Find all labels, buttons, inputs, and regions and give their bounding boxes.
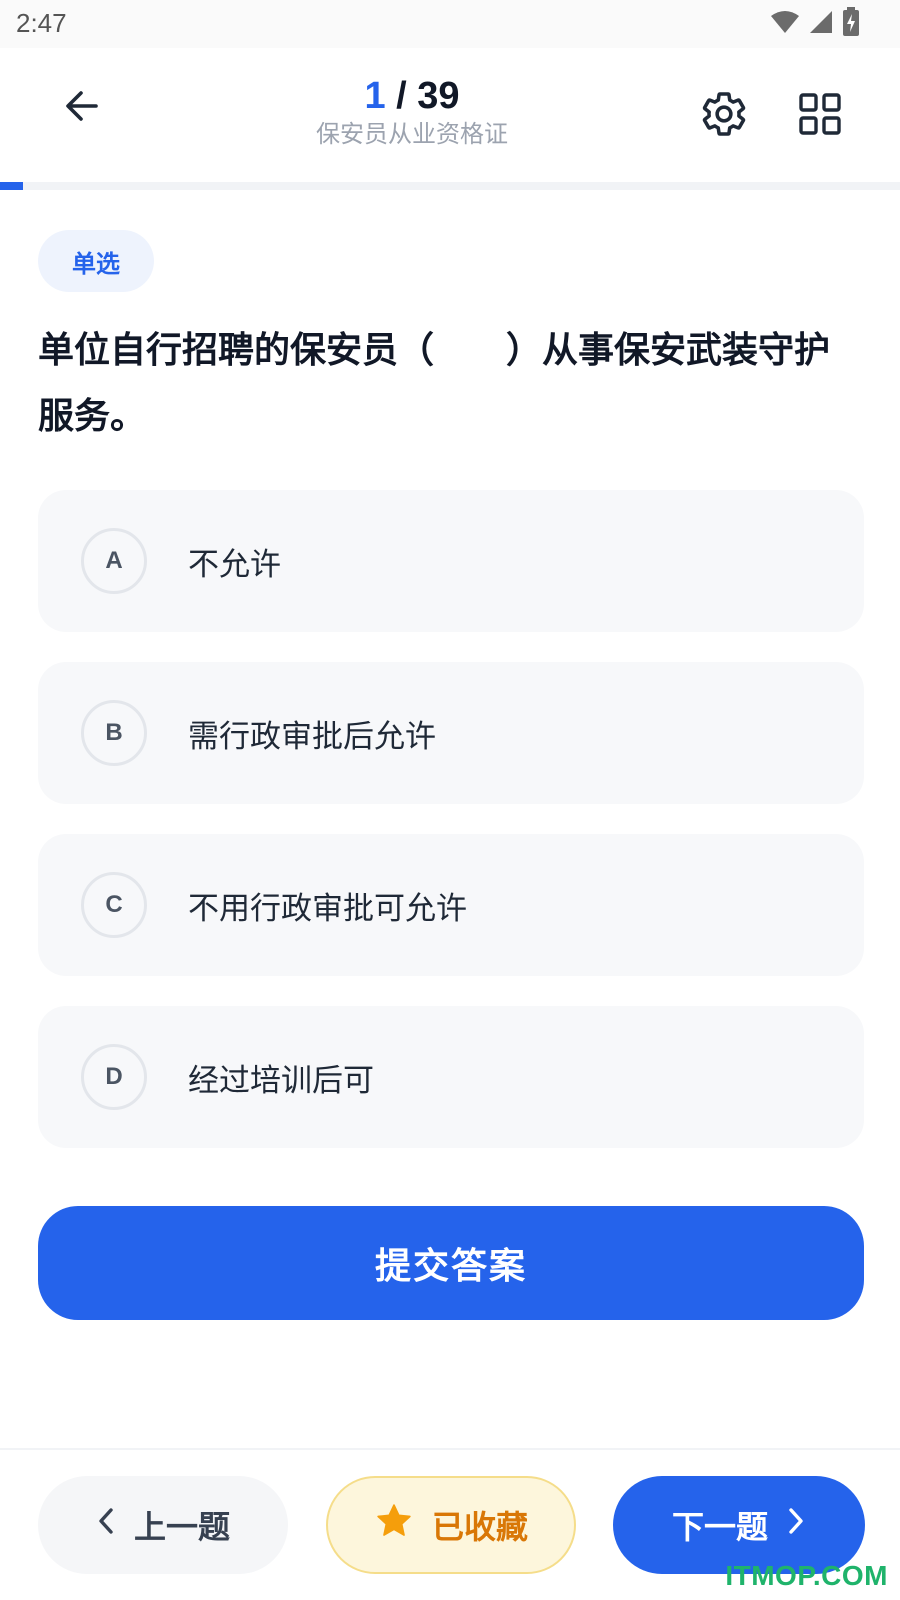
prev-question-label: 上一题 [133, 1508, 230, 1546]
option-text: 不允许 [188, 546, 281, 583]
option-b[interactable]: B 需行政审批后允许 [38, 662, 864, 804]
progress-total: 39 [417, 75, 460, 117]
header: 1 / 39 保安员从业资格证 [0, 48, 900, 184]
answer-sheet-button[interactable] [788, 84, 852, 148]
battery-charging-icon [842, 7, 860, 41]
grid-icon [798, 92, 842, 140]
option-c[interactable]: C 不用行政审批可允许 [38, 834, 864, 976]
title-block: 1 / 39 保安员从业资格证 [0, 74, 900, 150]
progress-current: 1 [364, 75, 386, 117]
option-letter: D [81, 1044, 147, 1110]
option-letter: C [81, 872, 147, 938]
status-bar: 2:47 [0, 0, 900, 48]
option-letter: A [81, 528, 147, 594]
progress-separator: / [385, 75, 418, 117]
option-text: 不用行政审批可允许 [188, 890, 467, 927]
watermark: ITMOP.COM [725, 1560, 888, 1591]
favorite-button[interactable]: 已收藏 [326, 1476, 576, 1574]
option-text: 经过培训后可 [188, 1062, 374, 1099]
gear-icon [699, 89, 749, 143]
wifi-icon [770, 9, 800, 39]
progress-track [0, 182, 900, 190]
cell-signal-icon [808, 9, 834, 39]
chevron-left-icon [96, 1506, 116, 1544]
next-question-label: 下一题 [671, 1508, 768, 1546]
favorite-label: 已收藏 [431, 1508, 528, 1546]
bottom-bar: 上一题 已收藏 下一题 ITMOP.COM [0, 1450, 900, 1600]
options-list: A 不允许 B 需行政审批后允许 C 不用行政审批可允许 D 经过培训后可 [38, 490, 864, 1178]
status-icons [770, 7, 860, 41]
question-type-badge: 单选 [38, 230, 154, 292]
option-a[interactable]: A 不允许 [38, 490, 864, 632]
status-time: 2:47 [16, 8, 67, 38]
question-text: 单位自行招聘的保安员（ ）从事保安武装守护服务。 [38, 330, 831, 437]
option-text: 需行政审批后允许 [188, 718, 436, 755]
settings-button[interactable] [692, 84, 756, 148]
option-d[interactable]: D 经过培训后可 [38, 1006, 864, 1148]
star-icon [374, 1501, 414, 1549]
chevron-right-icon [786, 1506, 806, 1544]
submit-answer-button[interactable]: 提交答案 [38, 1206, 864, 1320]
option-letter: B [81, 700, 147, 766]
progress-fill [0, 182, 24, 190]
prev-question-button[interactable]: 上一题 [38, 1476, 288, 1574]
